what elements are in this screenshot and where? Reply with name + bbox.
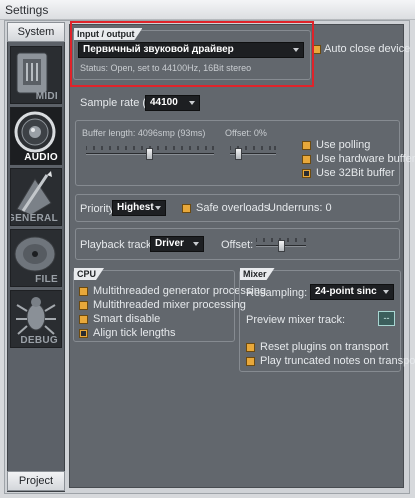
play-truncated-checkbox[interactable] <box>246 357 255 366</box>
device-status: Status: Open, set to 44100Hz, 16Bit ster… <box>80 63 252 73</box>
sample-rate-value: 44100 <box>150 97 178 108</box>
device-select-value: Первичный звуковой драйвер <box>83 44 234 55</box>
smart-disable-label: Smart disable <box>93 313 161 325</box>
chevron-down-icon <box>155 206 161 210</box>
priority-value: Highest <box>117 202 154 213</box>
sidebar-item-debug[interactable]: DEBUG <box>10 290 62 348</box>
sidebar-item-label: GENERAL <box>10 213 58 224</box>
use-hardware-buffer-label: Use hardware buffer <box>316 153 415 165</box>
playback-offset-label: Offset: <box>221 239 254 251</box>
use-hardware-buffer-checkbox[interactable] <box>302 155 311 164</box>
underruns-readout: Underruns: 0 <box>268 202 332 214</box>
resampling-label: Resampling: <box>246 287 308 299</box>
buffer-length-slider-thumb[interactable] <box>146 148 153 160</box>
sample-rate-select[interactable]: 44100 <box>145 95 200 111</box>
input-output-title: Input / output <box>74 28 142 40</box>
chevron-down-icon <box>193 242 199 246</box>
auto-close-label: Auto close device <box>324 43 411 55</box>
align-tick-lengths-checkbox[interactable] <box>79 329 88 338</box>
play-truncated-label: Play truncated notes on transport <box>260 355 415 367</box>
multithreaded-mixer-label: Multithreaded mixer processing <box>93 299 246 311</box>
window-title: Settings <box>5 3 49 17</box>
chevron-down-icon <box>189 101 195 105</box>
sidebar-item-audio[interactable]: AUDIO <box>10 107 62 165</box>
use-polling-checkbox[interactable] <box>302 141 311 150</box>
sidebar-item-label: FILE <box>35 274 58 285</box>
sidebar-item-label: MIDI <box>35 91 58 102</box>
playback-offset-slider-thumb[interactable] <box>278 240 285 252</box>
use-polling-label: Use polling <box>316 139 371 151</box>
sidebar-item-general[interactable]: GENERAL <box>10 168 62 226</box>
use-32bit-buffer-label: Use 32Bit buffer <box>316 167 395 179</box>
safe-overloads-checkbox[interactable] <box>182 204 191 213</box>
title-bar: Settings <box>0 0 415 20</box>
playback-tracking-select[interactable]: Driver <box>150 236 204 252</box>
reset-plugins-label: Reset plugins on transport <box>260 341 389 353</box>
device-select[interactable]: Первичный звуковой драйвер <box>78 42 304 58</box>
sidebar-item-midi[interactable]: MIDI <box>10 46 62 104</box>
resampling-value: 24-point sinc <box>315 286 377 297</box>
sidebar-item-label: AUDIO <box>24 152 58 163</box>
preview-mixer-track-field[interactable]: -- <box>378 311 395 326</box>
sidebar-item-label: DEBUG <box>20 335 58 346</box>
auto-close-checkbox[interactable] <box>312 45 321 54</box>
multithreaded-generator-checkbox[interactable] <box>79 287 88 296</box>
buffer-length-label: Buffer length: 4096smp (93ms) <box>82 128 206 138</box>
playback-tracking-value: Driver <box>155 238 184 249</box>
buffer-offset-label: Offset: 0% <box>225 128 267 138</box>
resampling-select[interactable]: 24-point sinc <box>310 284 394 300</box>
chevron-down-icon <box>293 48 299 52</box>
align-tick-lengths-label: Align tick lengths <box>93 327 176 339</box>
safe-overloads-label: Safe overloads <box>196 202 270 214</box>
tab-system[interactable]: System <box>7 22 65 42</box>
buffer-offset-slider-thumb[interactable] <box>235 148 242 160</box>
preview-mixer-track-label: Preview mixer track: <box>246 314 346 326</box>
use-32bit-buffer-checkbox[interactable] <box>302 169 311 178</box>
smart-disable-checkbox[interactable] <box>79 315 88 324</box>
chevron-down-icon <box>383 290 389 294</box>
sidebar-item-file[interactable]: FILE <box>10 229 62 287</box>
reset-plugins-checkbox[interactable] <box>246 343 255 352</box>
priority-select[interactable]: Highest <box>112 200 166 216</box>
multithreaded-mixer-checkbox[interactable] <box>79 301 88 310</box>
tab-project[interactable]: Project <box>7 471 65 491</box>
